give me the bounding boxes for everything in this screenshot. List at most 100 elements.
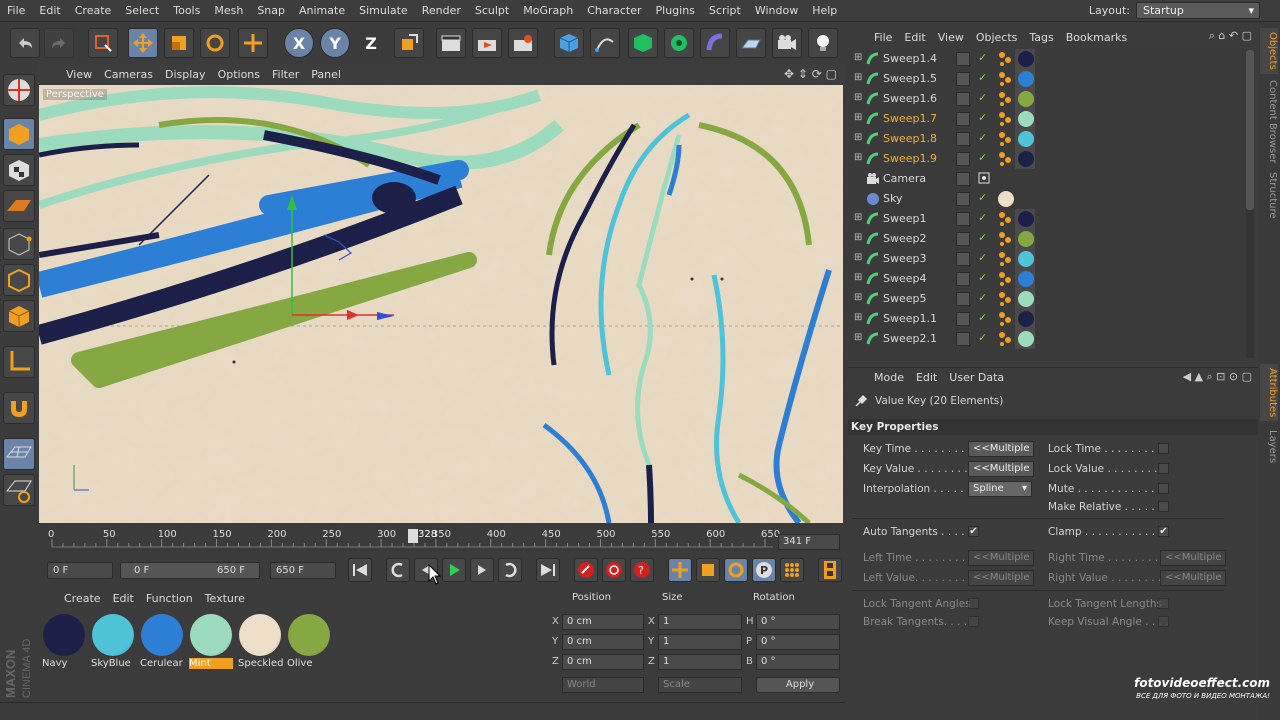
key-time-field[interactable]: <<Multiple bbox=[968, 441, 1034, 457]
layer-visibility[interactable] bbox=[956, 52, 970, 66]
enabled-check-icon[interactable]: ✓ bbox=[978, 231, 987, 244]
texture-mode-button[interactable] bbox=[3, 154, 35, 186]
material-tag-swatch[interactable] bbox=[998, 191, 1014, 207]
interpolation-select[interactable]: Spline ▾ bbox=[968, 481, 1032, 497]
expand-icon[interactable]: ⊞ bbox=[854, 293, 864, 303]
viewport-menu-view[interactable]: View bbox=[60, 68, 98, 81]
menu-character[interactable]: Character bbox=[580, 4, 648, 17]
menu-file[interactable]: File bbox=[0, 4, 32, 17]
workplane-lock-button[interactable] bbox=[3, 474, 35, 506]
position-z-field[interactable]: 0 cm bbox=[562, 654, 644, 670]
object-row[interactable]: ⊞ Sweep1.9 ✓ bbox=[852, 149, 1246, 169]
enabled-check-icon[interactable]: ✓ bbox=[978, 131, 987, 144]
attr-menu-edit[interactable]: Edit bbox=[910, 371, 943, 384]
object-menu-edit[interactable]: Edit bbox=[898, 31, 931, 44]
subdivision-button[interactable] bbox=[628, 28, 658, 58]
lock-tangent-lengths-checkbox[interactable] bbox=[1158, 598, 1169, 609]
workplane-button[interactable] bbox=[3, 190, 35, 222]
object-menu-tags[interactable]: Tags bbox=[1023, 31, 1059, 44]
material-navy[interactable]: Navy bbox=[42, 612, 86, 669]
object-row[interactable]: Sky ✓ bbox=[852, 189, 1246, 209]
end-frame-field[interactable]: 650 F bbox=[270, 562, 336, 579]
render-settings-button[interactable] bbox=[508, 28, 538, 58]
object-menu-view[interactable]: View bbox=[932, 31, 970, 44]
layer-visibility[interactable] bbox=[956, 232, 970, 246]
menu-window[interactable]: Window bbox=[748, 4, 805, 17]
object-row[interactable]: ⊞ Sweep1 ✓ bbox=[852, 209, 1246, 229]
lock-time-checkbox[interactable] bbox=[1158, 443, 1169, 454]
key-pla-button[interactable] bbox=[780, 558, 804, 582]
tab-objects[interactable]: Objects bbox=[1260, 28, 1278, 74]
menu-script[interactable]: Script bbox=[702, 4, 748, 17]
object-row[interactable]: ⊞ Sweep1.8 ✓ bbox=[852, 129, 1246, 149]
layer-visibility[interactable] bbox=[956, 192, 970, 206]
lock-value-checkbox[interactable] bbox=[1158, 463, 1169, 474]
make-relative-checkbox[interactable] bbox=[1158, 501, 1169, 512]
clamp-checkbox[interactable]: ✔ bbox=[1158, 526, 1169, 537]
layer-visibility[interactable] bbox=[956, 212, 970, 226]
layer-visibility[interactable] bbox=[956, 332, 970, 346]
layer-visibility[interactable] bbox=[956, 72, 970, 86]
attribute-toolbar-icons[interactable]: ◀ ▲ ⌕ ⊡ ⊙ ▢ bbox=[1183, 370, 1252, 384]
material-speckled[interactable]: Speckled bbox=[238, 612, 283, 669]
enabled-check-icon[interactable]: ✓ bbox=[978, 311, 987, 324]
deformer-button[interactable] bbox=[700, 28, 730, 58]
make-editable-button[interactable] bbox=[3, 74, 35, 106]
points-mode-button[interactable] bbox=[3, 228, 35, 260]
menu-plugins[interactable]: Plugins bbox=[649, 4, 702, 17]
expand-icon[interactable]: ⊞ bbox=[854, 333, 864, 343]
key-value-field[interactable]: <<Multiple bbox=[968, 461, 1034, 477]
object-row[interactable]: ⊞ Sweep1.5 ✓ bbox=[852, 69, 1246, 89]
key-scale-button[interactable] bbox=[696, 558, 720, 582]
menu-mesh[interactable]: Mesh bbox=[207, 4, 250, 17]
enabled-check-icon[interactable]: ✓ bbox=[978, 51, 987, 64]
menu-edit[interactable]: Edit bbox=[32, 4, 67, 17]
expand-icon[interactable]: ⊞ bbox=[854, 73, 864, 83]
layer-visibility[interactable] bbox=[956, 112, 970, 126]
goto-start-button[interactable] bbox=[348, 558, 372, 582]
viewport-menu-filter[interactable]: Filter bbox=[266, 68, 305, 81]
left-value-field[interactable]: <<Multiple bbox=[968, 570, 1034, 586]
layer-visibility[interactable] bbox=[956, 152, 970, 166]
render-view-button[interactable] bbox=[436, 28, 466, 58]
menu-tools[interactable]: Tools bbox=[166, 4, 207, 17]
playhead[interactable] bbox=[408, 529, 418, 543]
viewport-menu-cameras[interactable]: Cameras bbox=[98, 68, 159, 81]
expand-icon[interactable]: ⊞ bbox=[854, 93, 864, 103]
expand-icon[interactable]: ⊞ bbox=[854, 213, 864, 223]
expand-icon[interactable]: ⊞ bbox=[854, 53, 864, 63]
goto-end-button[interactable] bbox=[536, 558, 560, 582]
current-frame-field[interactable]: 341 F bbox=[778, 534, 840, 550]
autokey-button[interactable] bbox=[602, 558, 626, 582]
object-row[interactable]: ⊞ Sweep1.6 ✓ bbox=[852, 89, 1246, 109]
key-parameter-button[interactable]: P bbox=[752, 558, 776, 582]
object-manager-toolbar-icons[interactable]: ⌕ ⌂ ↶ ▢ bbox=[1209, 29, 1252, 43]
size-z-field[interactable]: 1 bbox=[658, 654, 742, 670]
floor-button[interactable] bbox=[736, 28, 766, 58]
layout-select[interactable]: Startup ▾ bbox=[1136, 2, 1260, 19]
material-menu-function[interactable]: Function bbox=[140, 592, 199, 605]
material-olive[interactable]: Olive bbox=[287, 612, 331, 669]
lock-tangent-angles-checkbox[interactable] bbox=[968, 598, 979, 609]
preview-range-slider[interactable]: 0 F 650 F bbox=[120, 562, 260, 579]
rotation-p-field[interactable]: 0 ° bbox=[756, 634, 840, 650]
object-row[interactable]: ⊞ Sweep3 ✓ bbox=[852, 249, 1246, 269]
menu-help[interactable]: Help bbox=[805, 4, 844, 17]
material-menu-create[interactable]: Create bbox=[58, 592, 107, 605]
scale-tool-button[interactable] bbox=[164, 28, 194, 58]
object-list-scrollbar[interactable] bbox=[1246, 50, 1254, 358]
left-time-field[interactable]: <<Multiple bbox=[968, 550, 1034, 566]
position-x-field[interactable]: 0 cm bbox=[562, 614, 644, 630]
rotate-tool-button[interactable] bbox=[200, 28, 230, 58]
snap-button[interactable] bbox=[3, 392, 35, 424]
render-picture-viewer-button[interactable] bbox=[472, 28, 502, 58]
attr-menu-mode[interactable]: Mode bbox=[868, 371, 910, 384]
keep-visual-angle-checkbox[interactable] bbox=[1158, 616, 1169, 627]
enabled-check-icon[interactable]: ✓ bbox=[978, 151, 987, 164]
attr-menu-user-data[interactable]: User Data bbox=[943, 371, 1010, 384]
layer-visibility[interactable] bbox=[956, 92, 970, 106]
edges-mode-button[interactable] bbox=[3, 264, 35, 296]
redo-button[interactable] bbox=[44, 28, 74, 58]
break-tangents-checkbox[interactable] bbox=[968, 616, 979, 627]
tab-structure[interactable]: Structure bbox=[1260, 168, 1278, 223]
